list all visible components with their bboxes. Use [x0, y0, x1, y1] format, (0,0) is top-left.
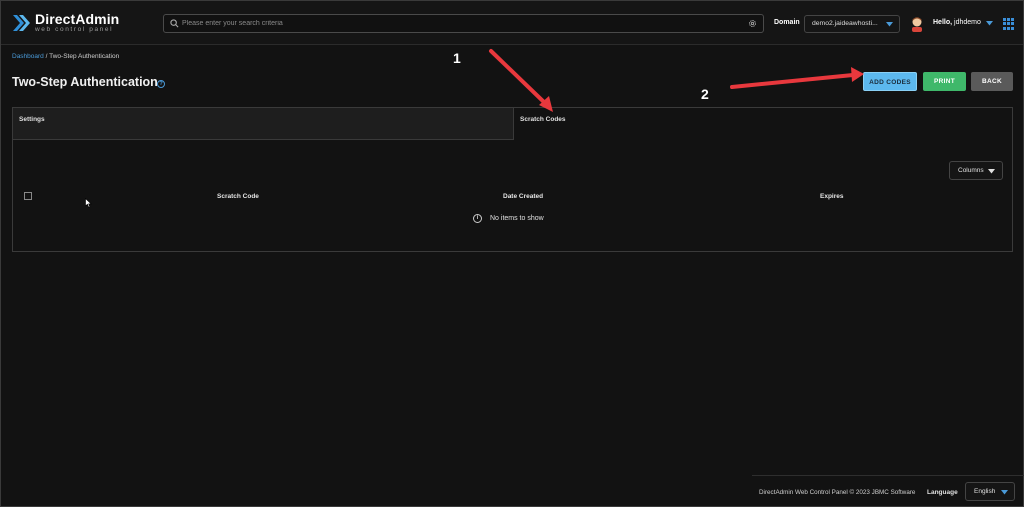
select-all-checkbox[interactable] — [24, 192, 32, 200]
empty-message: No items to show — [490, 215, 544, 222]
annotation-marker-1: 1 — [453, 50, 461, 66]
logo[interactable]: DirectAdmin web control panel — [11, 10, 119, 36]
search-input[interactable] — [182, 15, 745, 32]
annotation-marker-2: 2 — [701, 86, 709, 102]
tab-settings-label: Settings — [19, 116, 45, 123]
chevron-down-icon — [886, 22, 893, 27]
annotation-arrow-1 — [489, 49, 553, 112]
mouse-pointer-icon — [85, 198, 92, 208]
user-avatar-icon[interactable] — [910, 16, 924, 32]
column-header-scratch-code[interactable]: Scratch Code — [217, 193, 259, 200]
chevron-down-icon — [1001, 490, 1008, 495]
greeting-text: Hello, — [933, 19, 953, 26]
search-icon — [166, 15, 182, 32]
domain-label: Domain — [774, 19, 800, 26]
help-icon[interactable]: ? — [157, 80, 165, 88]
user-greeting[interactable]: Hello, jdhdemo — [933, 19, 981, 26]
apps-grid-icon[interactable] — [1003, 18, 1015, 30]
tab-scratch-codes[interactable]: Scratch Codes — [514, 108, 1012, 140]
language-select[interactable]: English — [965, 482, 1015, 501]
breadcrumb-current: Two-Step Authentication — [49, 53, 120, 60]
footer-divider — [752, 475, 1024, 476]
columns-dropdown[interactable]: Columns — [949, 161, 1003, 180]
annotation-arrow-2 — [730, 67, 864, 89]
print-button[interactable]: PRINT — [923, 72, 966, 91]
language-value: English — [974, 488, 996, 495]
tab-scratch-codes-label: Scratch Codes — [520, 116, 566, 123]
domain-value: demo2.jaideawhosti... — [812, 20, 878, 27]
search-box[interactable] — [163, 14, 764, 33]
app-window: DirectAdmin web control panel Domain dem… — [0, 0, 1024, 507]
column-header-date-created[interactable]: Date Created — [503, 193, 543, 200]
breadcrumb-dashboard-link[interactable]: Dashboard — [12, 53, 44, 60]
footer-copyright: DirectAdmin Web Control Panel © 2023 JBM… — [759, 489, 916, 496]
tab-settings[interactable]: Settings — [13, 108, 514, 140]
page-title: Two-Step Authentication — [12, 75, 158, 89]
column-header-expires[interactable]: Expires — [820, 193, 844, 200]
logo-subtitle: web control panel — [35, 26, 114, 34]
username: jdhdemo — [954, 19, 981, 26]
add-codes-button[interactable]: ADD CODES — [863, 72, 917, 91]
domain-select[interactable]: demo2.jaideawhosti... — [804, 15, 900, 33]
chevron-down-icon[interactable] — [986, 21, 993, 26]
language-label: Language — [927, 489, 958, 496]
columns-label: Columns — [958, 167, 984, 174]
tabs-panel: Settings Scratch Codes Columns Scratch C… — [12, 107, 1013, 252]
directadmin-logo-icon — [13, 15, 30, 31]
chevron-down-icon — [988, 169, 995, 174]
back-button[interactable]: BACK — [971, 72, 1013, 91]
gear-icon[interactable] — [745, 15, 759, 32]
breadcrumb: Dashboard / Two-Step Authentication — [12, 53, 119, 60]
empty-state: i No items to show — [473, 214, 544, 223]
top-bar: DirectAdmin web control panel Domain dem… — [1, 1, 1023, 45]
info-icon: i — [473, 214, 482, 223]
logo-title: DirectAdmin — [35, 11, 120, 28]
